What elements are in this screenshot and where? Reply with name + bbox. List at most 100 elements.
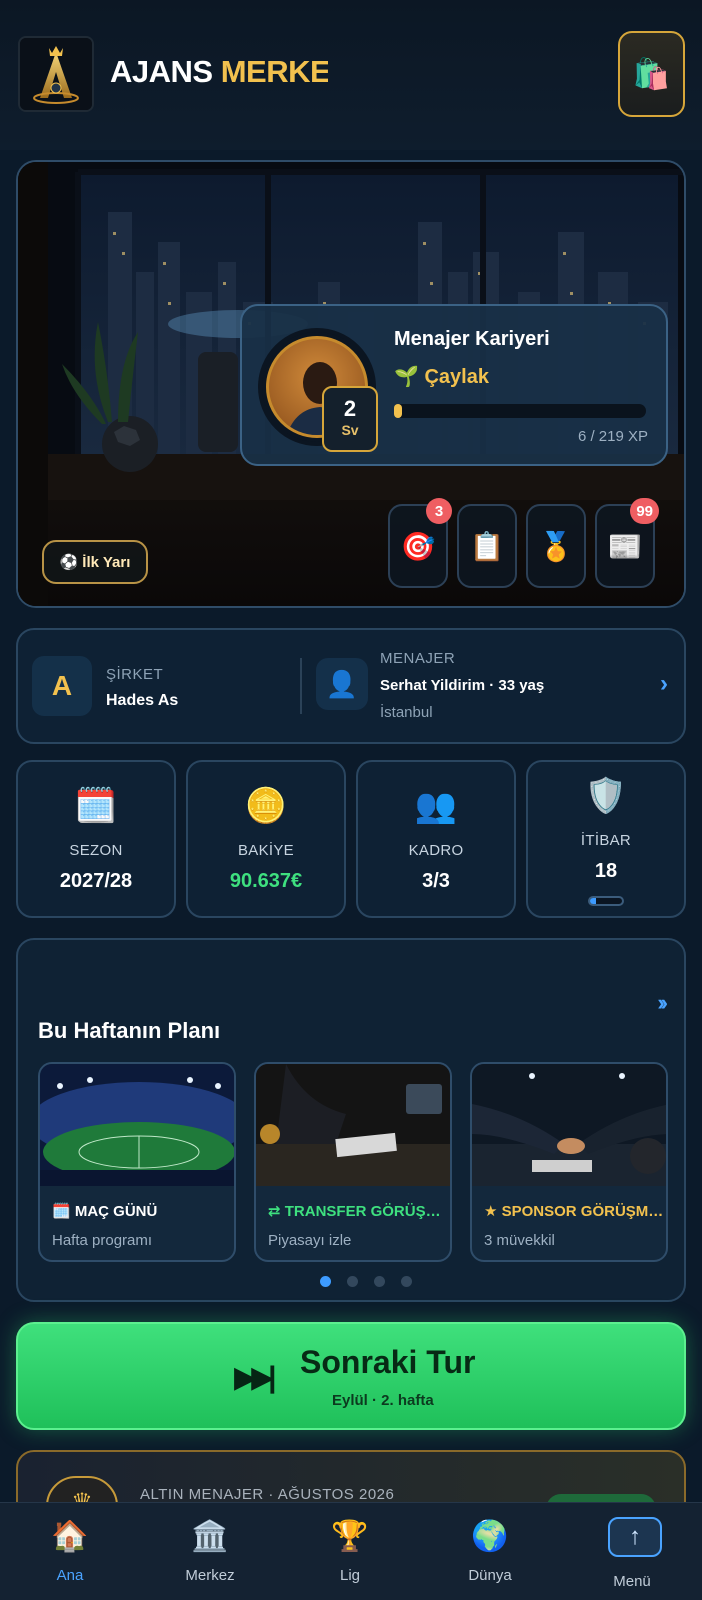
shopping-bag-icon: 🛍️ <box>632 57 671 91</box>
xp-text: 6 / 219 XP <box>577 428 648 445</box>
carousel-dots[interactable] <box>18 1276 684 1287</box>
bottom-navigation: 🏠 Ana 🏛️ Merkez 🏆 Lig 🌍 Dünya ↑ Menü <box>0 1502 702 1600</box>
calendar-icon: 🗓️ <box>74 787 118 825</box>
stat-balance[interactable]: 🪙 BAKİYE 90.637€ <box>186 760 346 918</box>
level-unit: Sv <box>341 422 359 438</box>
quick-button-goals[interactable]: 🎯 3 <box>388 498 452 588</box>
rank-label: Çaylak <box>424 366 489 388</box>
transfer-meeting-image <box>256 1064 450 1186</box>
plan-card-title: 🗓️ MAÇ GÜNÜ <box>52 1203 158 1220</box>
plan-card-title: ⇄ TRANSFER GÖRÜŞMELERİ <box>268 1203 448 1220</box>
next-turn-button[interactable]: ▶▶| Sonraki Tur Eylül · 2. hafta <box>16 1322 686 1430</box>
app-title-part2: MERKE <box>220 54 328 89</box>
career-card[interactable]: 2 Sv Menajer Kariyeri 🌱 Çaylak 6 / 219 X… <box>240 304 668 466</box>
app-logo[interactable] <box>18 36 94 112</box>
nav-center[interactable]: 🏛️ Merkez <box>140 1503 280 1600</box>
people-icon: 👥 <box>414 787 458 825</box>
double-chevron-right-icon[interactable]: ›› <box>657 990 667 1016</box>
plan-card-subtitle: 3 müvekkil <box>484 1232 555 1249</box>
match-half-button[interactable]: ⚽ İlk Yarı <box>42 540 148 584</box>
chevron-right-icon[interactable]: › <box>660 670 668 698</box>
reputation-fill <box>590 898 596 904</box>
carousel-dot[interactable] <box>347 1276 358 1287</box>
stat-squad[interactable]: 👥 KADRO 3/3 <box>356 760 516 918</box>
xp-progress-bar <box>394 404 646 418</box>
quick-button-awards[interactable]: 🏅 <box>526 504 586 588</box>
coin-icon: 🪙 <box>244 787 288 825</box>
section-title: Bu Haftanın Planı <box>38 1018 221 1043</box>
plan-card-matchday[interactable]: 🗓️ MAÇ GÜNÜ Hafta programı <box>38 1062 236 1262</box>
trophy-icon: 🏆 <box>331 1520 369 1553</box>
golden-manager-title: ALTIN MENAJER · AĞUSTOS 2026 <box>140 1486 395 1503</box>
nav-label: Merkez <box>185 1567 235 1584</box>
stat-value: 90.637€ <box>229 870 303 892</box>
carousel-dot[interactable] <box>374 1276 385 1287</box>
globe-icon: 🌍 <box>471 1520 509 1553</box>
company-label: ŞİRKET <box>106 666 164 683</box>
divider <box>300 658 302 714</box>
plan-card-transfer[interactable]: ⇄ TRANSFER GÖRÜŞMELERİ Piyasayı izle <box>254 1062 452 1262</box>
nav-label: Dünya <box>468 1567 512 1584</box>
quick-button-news[interactable]: 📰 99 <box>595 498 659 588</box>
notification-badge: 3 <box>426 498 452 524</box>
hero-office-panel: 2 Sv Menajer Kariyeri 🌱 Çaylak 6 / 219 X… <box>16 160 686 608</box>
nav-league[interactable]: 🏆 Lig <box>280 1503 420 1600</box>
stat-value: 18 <box>594 860 618 882</box>
career-rank: 🌱 Çaylak <box>394 364 489 389</box>
stat-reputation[interactable]: 🛡️ İTİBAR 18 <box>526 760 686 918</box>
notification-badge: 99 <box>630 498 659 524</box>
xp-progress-fill <box>394 404 402 418</box>
plan-card-subtitle: Hafta programı <box>52 1232 153 1249</box>
manager-name: Serhat Yildirim · 33 yaş <box>380 677 545 694</box>
carousel-dot[interactable] <box>320 1276 331 1287</box>
app-title: AJANS MERKE <box>110 54 328 90</box>
stat-label: KADRO <box>408 842 464 859</box>
newspaper-icon: 📰 <box>607 530 643 562</box>
stat-value: 2027/28 <box>59 870 133 892</box>
stat-label: SEZON <box>69 842 123 859</box>
stat-value: 3/3 <box>422 870 450 892</box>
manager-city: İstanbul <box>380 704 433 721</box>
user-icon: 👤 <box>316 658 368 710</box>
stat-label: İTİBAR <box>580 832 632 849</box>
level-badge: 2 Sv <box>322 386 378 452</box>
carousel-dot[interactable] <box>401 1276 412 1287</box>
top-bar: AJANS MERKE 🛍️ <box>0 0 702 150</box>
medal-icon: 🏅 <box>538 530 574 562</box>
company-name: Hades As <box>106 692 179 709</box>
fast-forward-icon: ▶▶| <box>234 1361 276 1394</box>
manager-label: MENAJER <box>380 650 456 667</box>
shield-icon: 🛡️ <box>584 777 628 815</box>
plan-card-sponsor[interactable]: ★ SPONSOR GÖRÜŞMELERİ 3 müvekkil <box>470 1062 668 1262</box>
sponsor-handshake-image <box>472 1064 666 1186</box>
match-half-label: İlk Yarı <box>82 553 131 571</box>
target-icon: 🎯 <box>400 530 436 562</box>
quick-button-tasks[interactable]: 📋 <box>457 504 517 588</box>
next-turn-title: Sonraki Tur <box>300 1344 476 1380</box>
nav-home[interactable]: 🏠 Ana <box>0 1503 140 1600</box>
next-turn-subtitle: Eylül · 2. hafta <box>332 1392 434 1409</box>
plan-card-subtitle: Piyasayı izle <box>268 1232 352 1249</box>
stat-season[interactable]: 🗓️ SEZON 2027/28 <box>16 760 176 918</box>
nav-world[interactable]: 🌍 Dünya <box>420 1503 560 1600</box>
nav-label: Ana <box>56 1567 84 1584</box>
building-icon: 🏛️ <box>191 1520 229 1553</box>
company-logo: A <box>32 656 92 716</box>
reputation-bar <box>588 896 624 906</box>
arrow-up-icon: ↑ <box>608 1517 662 1557</box>
stadium-image <box>40 1064 234 1186</box>
company-manager-card[interactable]: A ŞİRKET Hades As 👤 MENAJER Serhat Yildi… <box>16 628 686 744</box>
seedling-icon: 🌱 <box>394 366 419 388</box>
shop-button[interactable]: 🛍️ <box>618 31 685 117</box>
level-number: 2 <box>343 396 357 421</box>
app-title-part1: AJANS <box>110 54 213 89</box>
soccer-ball-icon: ⚽ <box>59 554 79 571</box>
stat-label: BAKİYE <box>238 842 294 859</box>
nav-label: Lig <box>339 1567 361 1584</box>
home-icon: 🏠 <box>51 1520 89 1553</box>
nav-menu[interactable]: ↑ Menü <box>562 1503 702 1600</box>
nav-label: Menü <box>613 1573 651 1590</box>
career-title: Menajer Kariyeri <box>394 328 550 350</box>
weekly-plan-section: Bu Haftanın Planı ›› 🗓️ MAÇ GÜNÜ Hafta p… <box>16 938 686 1302</box>
plan-card-title: ★ SPONSOR GÖRÜŞMELERİ <box>484 1203 664 1220</box>
